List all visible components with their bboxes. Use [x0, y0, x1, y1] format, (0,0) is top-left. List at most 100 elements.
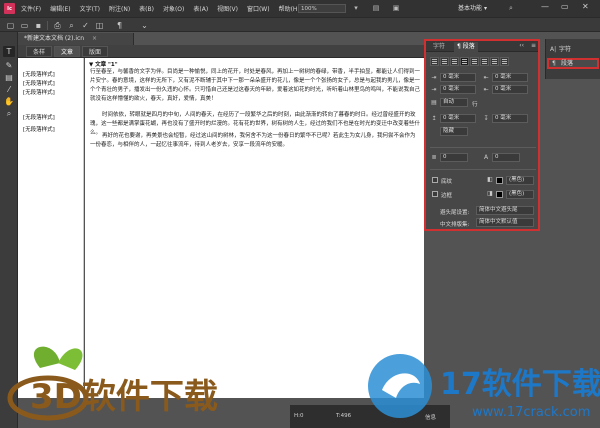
justify-left-icon[interactable] [460, 57, 469, 66]
screen-mode-icon[interactable]: ▣ [392, 4, 400, 12]
menu-view[interactable]: 视图(V) [217, 4, 238, 13]
menu-table[interactable]: 表(B) [139, 4, 154, 13]
shading-color-select[interactable]: (黑色) [506, 176, 534, 185]
zoom-tool-icon[interactable]: ⌕ [3, 108, 15, 119]
last-line-indent-field[interactable]: 0 毫米 [492, 85, 528, 94]
drop-cap-chars-field[interactable]: 0 [492, 153, 520, 162]
collapse-icon[interactable]: ‹‹ [519, 42, 524, 49]
paragraph-style-tag: [无段落样式] [23, 115, 55, 121]
menu-file[interactable]: 文件(F) [21, 4, 41, 13]
menu-table2[interactable]: 表(A) [193, 4, 208, 13]
border-color-select[interactable]: (黑色) [506, 190, 534, 199]
menu-notes[interactable]: 附注(N) [109, 4, 130, 13]
shading-color-swatch[interactable] [496, 177, 503, 184]
menu-edit[interactable]: 编辑(E) [50, 4, 70, 13]
kinsoku-set-label: 避头尾设置: [440, 210, 470, 216]
menu-object[interactable]: 对象(O) [163, 4, 184, 13]
new-doc-icon[interactable]: ▢ [6, 21, 15, 30]
space-before-icon: ↥ [431, 115, 437, 122]
pilcrow-icon: ¶ [552, 60, 556, 67]
kinsoku-set-select[interactable]: 简体中文避头尾 [476, 206, 534, 215]
tab-character[interactable]: 字符 [430, 42, 448, 52]
hand-tool-icon[interactable]: ✋ [3, 96, 15, 107]
view-options-icon[interactable]: ▤ [372, 4, 380, 12]
space-before-field[interactable]: 0 毫米 [440, 114, 476, 123]
watermark-3d-logo: 3D软件下载 [0, 338, 270, 428]
print-icon[interactable]: ⎙ [53, 21, 62, 30]
close-button[interactable]: ✕ [582, 2, 589, 11]
watermark-left-text: 3D软件下载 [30, 377, 218, 417]
eyedropper-tool-icon[interactable]: ⁄ [3, 84, 15, 95]
panel-menu-icon[interactable]: ≡ [531, 42, 536, 49]
story-header: ▼ 文章 "1" [89, 62, 118, 68]
tab-story[interactable]: 文章 [54, 46, 80, 57]
paragraph-panel: 字符 ¶ 段落 ‹‹ ≡ ⇥ 0 毫米 ⇤ 0 毫米 ⇥ 0 毫米 ⇤ 0 毫米… [424, 39, 540, 231]
paragraph-style-tag: [无段落样式] [23, 72, 55, 78]
chevron-down-icon[interactable]: ▾ [352, 4, 360, 12]
align-right-icon[interactable] [450, 57, 459, 66]
maximize-button[interactable]: ▭ [561, 2, 569, 11]
save-icon[interactable]: ▪ [34, 21, 43, 30]
border-label: 边框 [441, 193, 453, 199]
dock-item-label: 段落 [561, 60, 574, 67]
search-icon[interactable]: ⌕ [507, 4, 515, 12]
kinsoku-select[interactable]: 隐藏 [440, 127, 468, 136]
shading-checkbox[interactable] [432, 177, 438, 183]
show-hidden-icon[interactable]: ◫ [95, 21, 104, 30]
drop-cap-lines-icon: ≣ [431, 154, 437, 161]
first-line-indent-icon: ⇥ [431, 86, 437, 93]
align-left-icon[interactable] [430, 57, 439, 66]
grid-align-select[interactable]: 自动 [440, 98, 468, 107]
view-tabs: 条样 文章 版面 [18, 45, 424, 58]
drop-cap-lines-field[interactable]: 0 [440, 153, 468, 162]
tab-galley[interactable]: 条样 [26, 46, 52, 57]
first-line-indent-field[interactable]: 0 毫米 [440, 85, 476, 94]
right-indent-field[interactable]: 0 毫米 [492, 73, 528, 82]
panel-dock: A| 字符 ¶ 段落 [545, 39, 600, 79]
align-spine-icon[interactable] [500, 57, 509, 66]
paragraph-3[interactable]: 再好的花也要谢，再美景也会短暂，经过这山间的树林，我何舍不为这一份春日的繁华不已… [90, 132, 420, 150]
panel-tabs: 字符 ¶ 段落 ‹‹ ≡ [426, 41, 538, 52]
menu-help[interactable]: 帮助(H) [279, 4, 300, 13]
watermark-url: www.17crack.com [472, 405, 590, 420]
justify-right-icon[interactable] [480, 57, 489, 66]
composer-label: 中文排版集: [440, 222, 470, 228]
workspace-select[interactable]: 基本功能 ▾ [458, 3, 487, 12]
space-after-field[interactable]: 0 毫米 [492, 114, 528, 123]
composer-select[interactable]: 简体中文默认值 [476, 218, 534, 227]
status-t: T:496 [336, 413, 352, 419]
watermark-17-logo: 17软件下载 www.17crack.com [360, 350, 600, 428]
paragraph-style-tag: [无段落样式] [23, 90, 55, 96]
menu-type[interactable]: 文字(T) [80, 4, 100, 13]
find-icon[interactable]: ⌕ [67, 21, 76, 30]
menu-window[interactable]: 窗口(W) [247, 4, 270, 13]
spell-check-icon[interactable]: ✓ [81, 21, 90, 30]
leaf-icon: 3D软件下载 [7, 346, 218, 421]
open-folder-icon[interactable]: ▭ [20, 21, 29, 30]
alignment-buttons [430, 57, 509, 66]
dock-item-character[interactable]: A| 字符 [547, 44, 599, 55]
pilcrow-icon[interactable]: ¶ [115, 21, 124, 30]
left-indent-field[interactable]: 0 毫米 [440, 73, 476, 82]
note-tool-icon[interactable]: ✎ [3, 60, 15, 71]
justify-center-icon[interactable] [470, 57, 479, 66]
document-tab[interactable]: *新建文本文档 (2).icn × [18, 33, 134, 45]
comment-tool-icon[interactable]: ▤ [3, 72, 15, 83]
tab-layout[interactable]: 版面 [82, 46, 108, 57]
line-label: 行 [472, 102, 478, 108]
border-checkbox[interactable] [432, 191, 438, 197]
tab-paragraph[interactable]: ¶ 段落 [454, 42, 478, 52]
chevron-down-icon[interactable]: ⌄ [140, 21, 149, 30]
panel-divider [430, 169, 536, 170]
type-tool-icon[interactable]: T [3, 46, 15, 57]
border-color-swatch[interactable] [496, 191, 503, 198]
minimize-button[interactable]: — [541, 2, 549, 11]
zoom-select[interactable]: 100% [298, 4, 346, 13]
close-icon[interactable]: × [92, 35, 97, 42]
dock-item-paragraph[interactable]: ¶ 段落 [547, 58, 599, 69]
space-after-icon: ↧ [483, 115, 489, 122]
align-center-icon[interactable] [440, 57, 449, 66]
justify-all-icon[interactable] [490, 57, 499, 66]
paragraph-1[interactable]: 行至春至，与馨香的文字为伴。目尚是一种愉悦，同上的花开，时处是春风，再加上一树树… [90, 68, 420, 104]
app-logo: Ic [4, 3, 15, 14]
